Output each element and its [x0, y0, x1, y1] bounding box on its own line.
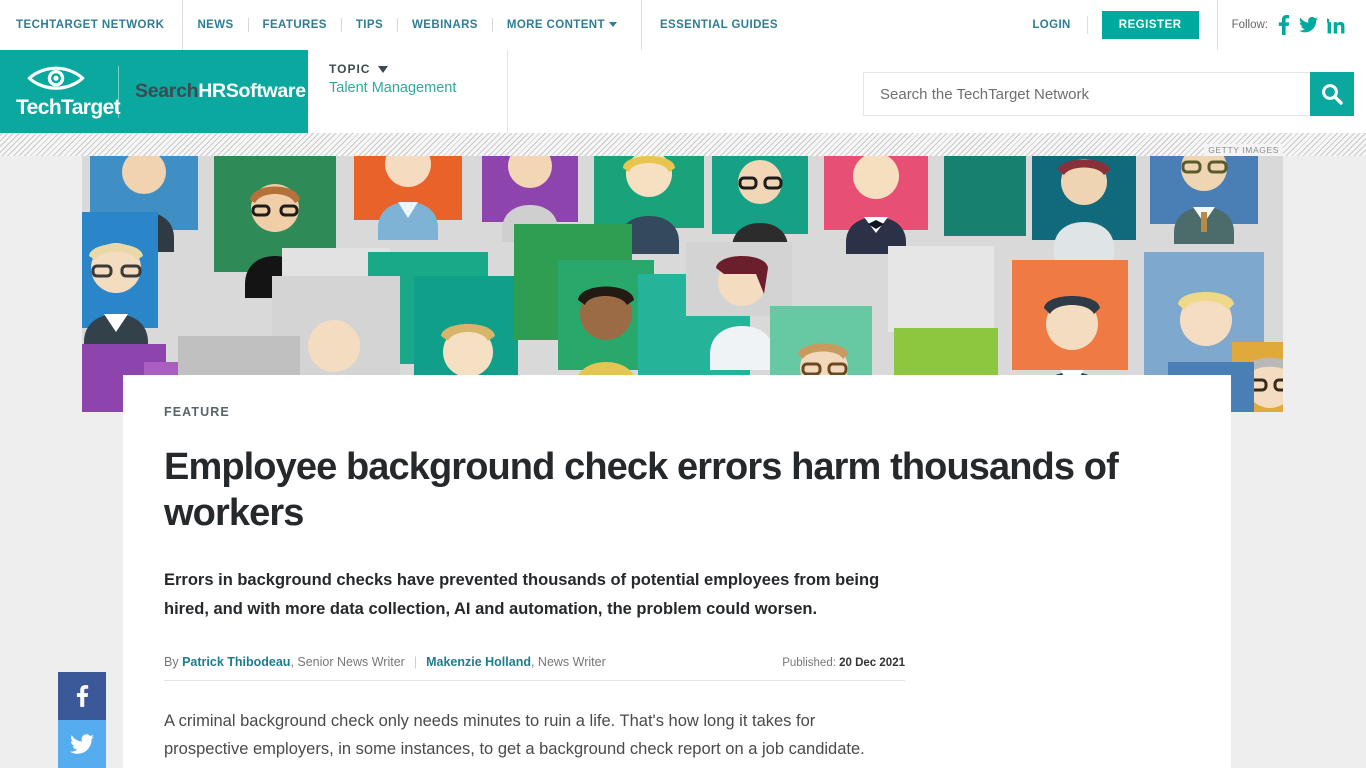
article-kicker: FEATURE — [164, 405, 230, 419]
twitter-icon[interactable] — [1299, 15, 1318, 35]
techtarget-eye-icon — [27, 66, 85, 90]
search-input[interactable] — [863, 72, 1310, 116]
author-link-2[interactable]: Makenzie Holland — [426, 655, 531, 669]
social-share-rail — [58, 672, 106, 768]
published-value: 20 Dec 2021 — [839, 656, 905, 669]
site-name[interactable]: SearchHRSoftware — [135, 80, 306, 103]
search-icon — [1322, 84, 1343, 105]
more-content-label: MORE CONTENT — [506, 19, 605, 31]
login-register-divider — [1086, 16, 1088, 34]
author-link-1[interactable]: Patrick Thibodeau — [182, 655, 290, 669]
nav-item-news[interactable]: NEWS — [183, 0, 247, 50]
brand-divider — [118, 65, 119, 118]
topic-current-value[interactable]: Talent Management — [329, 80, 507, 96]
hero-image — [82, 156, 1283, 412]
author-title-1: , Senior News Writer — [290, 654, 405, 669]
byline-divider: | — [413, 654, 418, 669]
follow-label: Follow: — [1231, 19, 1268, 31]
nav-item-more-content[interactable]: MORE CONTENT — [493, 0, 631, 50]
published-date: Published: 20 Dec 2021 — [782, 657, 905, 669]
register-button[interactable]: REGISTER — [1101, 11, 1199, 39]
facebook-share-button[interactable] — [58, 672, 106, 720]
nav-item-essential-guides[interactable]: ESSENTIAL GUIDES — [660, 19, 778, 31]
hatched-divider-strip — [0, 133, 1366, 156]
article-deck: Errors in background checks have prevent… — [164, 571, 880, 618]
author-title-2: , News Writer — [530, 654, 606, 669]
top-utility-nav: TECHTARGET NETWORK NEWS FEATURES TIPS WE… — [0, 0, 1366, 50]
facebook-icon[interactable] — [1278, 15, 1290, 35]
page-title: Employee background check errors harm th… — [164, 446, 1119, 534]
byline: By Patrick Thibodeau, Senior News Writer… — [164, 655, 606, 669]
twitter-share-icon — [70, 733, 94, 754]
techtarget-logo[interactable]: TechTarget — [16, 65, 121, 119]
twitter-share-button[interactable] — [58, 720, 106, 768]
avatar-mosaic-illustration — [82, 156, 1283, 412]
article-card: FEATURE Employee background check errors… — [123, 375, 1231, 768]
image-credit: GETTY IMAGES — [1204, 144, 1283, 156]
login-link[interactable]: LOGIN — [1016, 19, 1086, 31]
site-name-search: Search — [135, 80, 199, 102]
search-button[interactable] — [1310, 72, 1354, 116]
techtarget-network-label[interactable]: TECHTARGET NETWORK — [0, 0, 184, 50]
site-search — [863, 72, 1354, 116]
article-body-paragraph: A criminal background check only needs m… — [164, 711, 865, 759]
published-label: Published: — [782, 656, 836, 669]
facebook-share-icon — [76, 685, 88, 707]
topnav-right-group: LOGIN REGISTER Follow: — [1016, 0, 1366, 50]
essential-guides-group: ESSENTIAL GUIDES — [640, 0, 778, 50]
topic-label: TOPIC — [329, 62, 507, 76]
follow-group: Follow: — [1216, 0, 1354, 50]
nav-item-tips[interactable]: TIPS — [342, 0, 397, 50]
byline-prefix: By — [164, 654, 179, 669]
chevron-down-icon — [608, 22, 617, 27]
topic-label-text: TOPIC — [329, 62, 371, 76]
brand-block[interactable]: TechTarget SearchHRSoftware — [0, 50, 308, 133]
chevron-down-icon — [378, 65, 389, 73]
primary-nav-links: NEWS FEATURES TIPS WEBINARS MORE CONTENT — [183, 0, 631, 50]
techtarget-wordmark: TechTarget — [16, 96, 121, 119]
nav-item-webinars[interactable]: WEBINARS — [398, 0, 492, 50]
linkedin-icon[interactable] — [1327, 16, 1345, 34]
nav-item-features[interactable]: FEATURES — [249, 0, 341, 50]
topic-selector[interactable]: TOPIC Talent Management — [308, 50, 508, 133]
masthead: TechTarget SearchHRSoftware TOPIC Talent… — [0, 50, 1366, 133]
site-name-hrsoftware: HRSoftware — [198, 80, 306, 102]
byline-row: By Patrick Thibodeau, Senior News Writer… — [164, 655, 905, 681]
